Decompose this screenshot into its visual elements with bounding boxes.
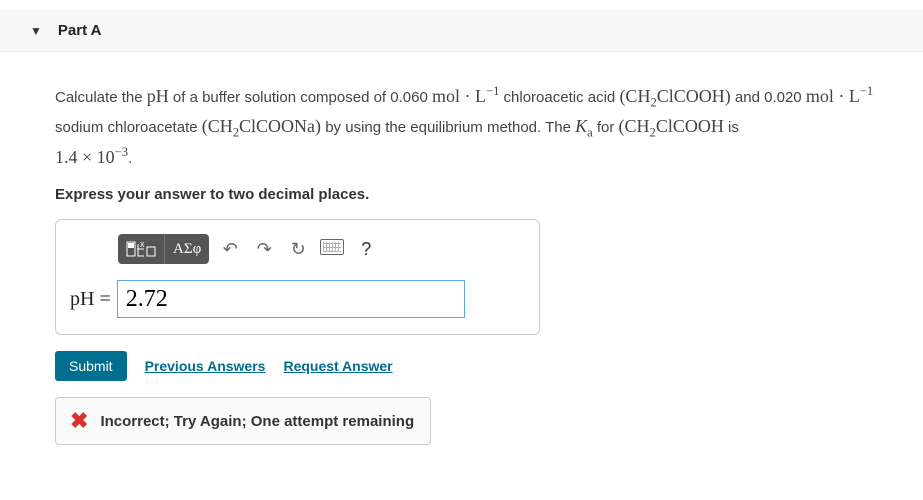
symbols-button[interactable]: ΑΣφ [165, 234, 209, 264]
prompt-text: Calculate the [55, 89, 147, 106]
collapse-caret-icon: ▼ [30, 24, 42, 38]
redo-icon[interactable]: ↷ [251, 239, 277, 260]
prompt-text: for [593, 119, 619, 136]
template-icon: x [126, 240, 156, 258]
reset-icon[interactable]: ↻ [285, 239, 311, 260]
sup-neg3: −3 [115, 145, 128, 159]
submit-button[interactable]: Submit [55, 351, 127, 381]
ka-value: 1.4 × 10 [55, 147, 115, 167]
previous-answers-link[interactable]: Previous Answers [145, 358, 266, 374]
formula-salt: ClCOONa) [239, 116, 321, 136]
formula-salt: (CH [202, 116, 233, 136]
prompt-text: of a buffer solution composed of 0.060 [169, 89, 432, 106]
feedback-box: ✖ Incorrect; Try Again; One attempt rema… [55, 397, 431, 445]
incorrect-icon: ✖ [70, 410, 88, 432]
prompt-text: chloroacetic acid [499, 89, 619, 106]
sup-neg1: −1 [486, 84, 499, 98]
prompt-text: and 0.020 [731, 89, 802, 106]
prompt-text: sodium chloroacetate [55, 119, 202, 136]
templates-button[interactable]: x [118, 234, 165, 264]
equation-toolbar: x ΑΣφ ↶ ↷ ↻ ? [70, 234, 525, 264]
prompt-text: is [724, 119, 739, 136]
unit-molL: mol · L [806, 86, 860, 106]
formula-acid: (CH [619, 86, 650, 106]
part-header[interactable]: ▼ Part A [0, 10, 923, 52]
undo-icon[interactable]: ↶ [217, 239, 243, 260]
prompt-text: by using the equilibrium method. The [321, 119, 575, 136]
svg-text:x: x [140, 240, 145, 249]
formula-acid2: (CH [619, 116, 650, 136]
sup-neg1: −1 [860, 84, 873, 98]
prompt-text: . [128, 150, 132, 167]
formula-acid: ClCOOH) [657, 86, 731, 106]
feedback-text: Incorrect; Try Again; One attempt remain… [100, 413, 414, 430]
unit-molL: mol · L [432, 86, 486, 106]
part-title: Part A [58, 22, 102, 39]
var-pH: pH [147, 86, 169, 106]
answer-input[interactable] [117, 280, 465, 318]
answer-label: pH = [70, 288, 111, 311]
keyboard-icon[interactable] [319, 239, 345, 260]
help-icon[interactable]: ? [353, 239, 379, 260]
var-Ka: K [575, 116, 587, 136]
answer-panel: x ΑΣφ ↶ ↷ ↻ ? pH = [55, 219, 540, 335]
instruction: Express your answer to two decimal place… [55, 186, 875, 203]
question-prompt: Calculate the pH of a buffer solution co… [55, 82, 875, 172]
request-answer-link[interactable]: Request Answer [283, 358, 392, 374]
